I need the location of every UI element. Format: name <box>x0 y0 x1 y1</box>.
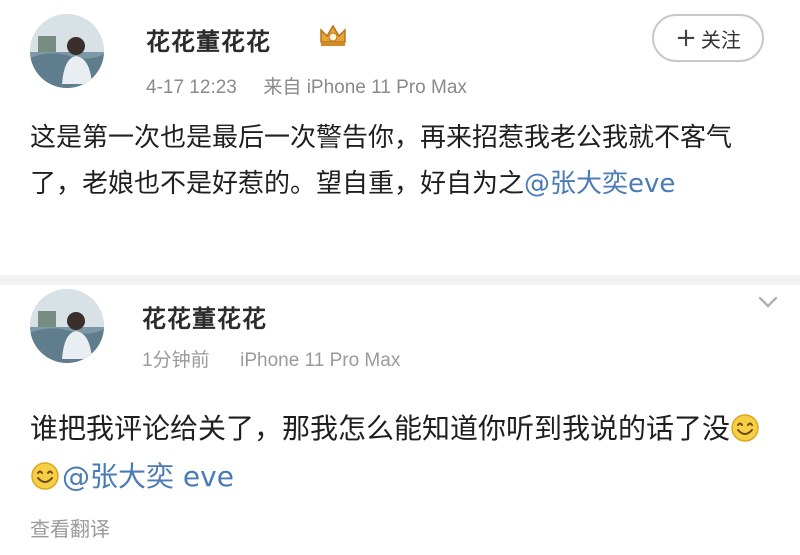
post-time: 4-17 12:23 <box>146 77 237 98</box>
post-body: 这是第一次也是最后一次警告你，再来招惹我老公我就不客气了，老娘也不是好惹的。望自… <box>30 115 780 207</box>
post-meta: 4-17 12:23 来自 iPhone 11 Pro Max <box>146 72 467 99</box>
post-author-name[interactable]: 花花董花花 <box>146 22 271 57</box>
comment-time: 1分钟前 <box>142 350 210 371</box>
avatar-image <box>30 289 104 363</box>
author-avatar[interactable] <box>30 14 104 88</box>
weibo-post: 花花董花花 4-17 12:23 来自 iPhone 11 Pro Max + … <box>0 0 800 275</box>
follow-label: 关注 <box>700 27 741 52</box>
translate-link[interactable]: 查看翻译 <box>30 513 110 542</box>
comment-body-text: 谁把我评论给关了，那我怎么能知道你听到我说的话了没 <box>30 412 731 445</box>
post-mention-link[interactable]: @张大奕eve <box>524 169 675 199</box>
section-divider <box>0 275 800 285</box>
comment-body: 谁把我评论给关了，那我怎么能知道你听到我说的话了没 @张大奕 eve <box>30 405 790 501</box>
comment-item: 花花董花花 1分钟前 iPhone 11 Pro Max 谁把我评论给关了，那我… <box>0 285 800 555</box>
chevron-down-icon[interactable] <box>756 293 780 311</box>
comment-source: iPhone 11 Pro Max <box>240 350 401 371</box>
avatar-image <box>30 14 104 88</box>
commenter-avatar[interactable] <box>30 289 104 363</box>
follow-button[interactable]: + 关注 <box>652 14 764 62</box>
post-source: 来自 iPhone 11 Pro Max <box>263 77 467 98</box>
comment-author-name[interactable]: 花花董花花 <box>142 299 267 334</box>
plus-icon: + <box>675 23 697 53</box>
smile-icon <box>31 462 59 490</box>
crown-icon <box>320 24 346 46</box>
comment-meta: 1分钟前 iPhone 11 Pro Max <box>142 345 400 372</box>
comment-mention-link[interactable]: @张大奕 eve <box>62 460 234 493</box>
smile-icon <box>731 414 759 442</box>
